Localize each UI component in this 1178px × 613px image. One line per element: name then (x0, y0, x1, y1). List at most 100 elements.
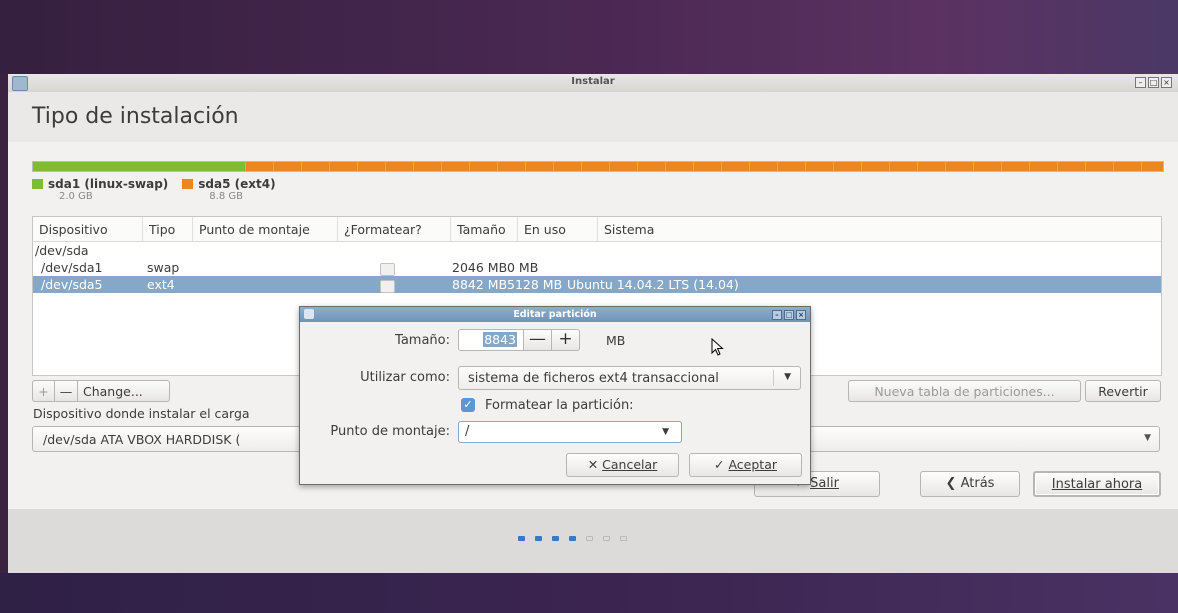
mount-point-combo[interactable]: / ▼ (458, 421, 682, 443)
cell-size: 8842 MB (452, 277, 508, 292)
column-header-format[interactable]: ¿Formatear? (338, 217, 451, 241)
back-label: Atrás (960, 476, 995, 491)
format-checkbox[interactable] (380, 263, 395, 276)
size-decrement-button[interactable]: — (524, 329, 552, 351)
legend-size: 8.8 GB (209, 191, 243, 202)
partition-bar-ext4 (245, 162, 1163, 171)
table-row[interactable]: /dev/sda (33, 242, 1161, 259)
partition-bar (32, 161, 1164, 172)
legend-size: 2.0 GB (59, 191, 93, 202)
mount-point-value: / (465, 424, 470, 439)
use-as-value: sistema de ficheros ext4 transaccional (468, 371, 719, 386)
mouse-cursor-icon (711, 338, 724, 356)
table-row[interactable]: /dev/sda1 swap 2046 MB 0 MB (33, 259, 1161, 276)
table-row-selected[interactable]: /dev/sda5 ext4 8842 MB 5128 MB Ubuntu 14… (33, 276, 1161, 293)
minimize-button[interactable]: – (1135, 77, 1146, 88)
dialog-title: Editar partición (513, 309, 597, 320)
dialog-titlebar[interactable]: Editar partición – □ × (300, 307, 810, 322)
size-unit: MB (606, 333, 626, 348)
format-partition-checkbox[interactable]: ✓ (461, 398, 475, 412)
progress-dot-pending (620, 536, 627, 541)
legend-name: sda1 (linux-swap) (48, 177, 169, 191)
progress-dot-done (569, 536, 576, 541)
legend-name: sda5 (ext4) (198, 177, 276, 191)
chevron-down-icon: ▼ (1144, 433, 1151, 443)
cell-format (380, 259, 452, 276)
format-checkbox[interactable] (380, 280, 395, 293)
back-button[interactable]: ❮ Atrás (920, 471, 1020, 497)
cell-format (380, 276, 452, 293)
dialog-app-icon (304, 309, 314, 319)
column-header-mount[interactable]: Punto de montaje (193, 217, 338, 241)
dialog-close-button[interactable]: × (796, 310, 806, 320)
column-header-type[interactable]: Tipo (143, 217, 193, 241)
page-title: Tipo de instalación (32, 104, 239, 129)
revert-button[interactable]: Revertir (1085, 380, 1161, 402)
cell-type: ext4 (147, 277, 175, 292)
close-icon: ✕ (587, 457, 599, 472)
progress-dot-done (535, 536, 542, 541)
size-label: Tamaño: (395, 333, 450, 348)
cell-system: Ubuntu 14.04.2 LTS (14.04) (567, 277, 739, 292)
chevron-down-icon: ▼ (662, 427, 669, 437)
mount-point-label: Punto de montaje: (330, 424, 450, 439)
dialog-maximize-button[interactable]: □ (784, 310, 794, 320)
size-increment-button[interactable]: + (552, 329, 580, 351)
footer-bar (8, 509, 1178, 573)
quit-label: Salir (810, 476, 839, 491)
cell-size: 2046 MB (452, 260, 508, 275)
chevron-down-icon: ▼ (784, 372, 791, 382)
dialog-controls: – □ × (772, 310, 806, 320)
column-header-system[interactable]: Sistema (598, 217, 1161, 241)
column-header-device[interactable]: Dispositivo (33, 217, 143, 241)
size-input[interactable]: 8843 (458, 329, 524, 351)
legend-item-swap: sda1 (linux-swap) 2.0 GB (32, 177, 168, 202)
cancel-button[interactable]: ✕ Cancelar (566, 453, 679, 477)
install-now-label: Instalar ahora (1051, 477, 1143, 492)
add-partition-button[interactable]: + (32, 380, 55, 402)
use-as-label: Utilizar como: (360, 370, 450, 385)
change-partition-button[interactable]: Change... (77, 380, 170, 402)
window-controls: – □ × (1135, 77, 1172, 88)
maximize-button[interactable]: □ (1148, 77, 1159, 88)
format-partition-label: Formatear la partición: (485, 398, 634, 413)
cell-device: /dev/sda5 (41, 277, 103, 292)
check-icon: ✓ (714, 457, 725, 472)
bootloader-device-value: /dev/sda ATA VBOX HARDDISK ( (43, 432, 241, 447)
desktop-background-top (0, 0, 1178, 74)
close-button[interactable]: × (1161, 77, 1172, 88)
window-titlebar[interactable]: Instalar – □ × (8, 74, 1178, 93)
partition-legend: sda1 (linux-swap) 2.0 GB sda5 (ext4) 8.8… (32, 177, 276, 202)
cell-device: /dev/sda1 (41, 260, 103, 275)
table-header: Dispositivo Tipo Punto de montaje ¿Forma… (33, 217, 1161, 242)
edit-partition-dialog: Editar partición – □ × Tamaño: 8843 — + … (299, 306, 811, 485)
progress-dot-done (518, 536, 525, 541)
legend-item-ext4: sda5 (ext4) 8.8 GB (182, 177, 276, 202)
select-separator (773, 370, 774, 386)
column-header-used[interactable]: En uso (518, 217, 598, 241)
cancel-label: Cancelar (602, 457, 658, 472)
progress-dot-done (552, 536, 559, 541)
new-partition-table-button[interactable]: Nueva tabla de particiones... (848, 380, 1081, 402)
accept-button[interactable]: ✓ Aceptar (689, 453, 802, 477)
progress-dots (518, 536, 627, 541)
partition-bar-swap (33, 162, 246, 171)
progress-dot-pending (603, 536, 610, 541)
window-title: Instalar (571, 76, 615, 87)
desktop-background-bottom (0, 573, 1178, 613)
progress-dot-pending (586, 536, 593, 541)
cell-used: 5128 MB (507, 277, 563, 292)
cell-type: swap (147, 260, 180, 275)
legend-swatch-swap (32, 179, 43, 189)
install-now-button[interactable]: Instalar ahora (1033, 471, 1161, 497)
size-spinner: 8843 — + (458, 329, 580, 351)
size-value: 8843 (483, 332, 517, 347)
column-header-size[interactable]: Tamaño (451, 217, 518, 241)
chevron-left-icon: ❮ (945, 476, 957, 491)
dialog-minimize-button[interactable]: – (772, 310, 782, 320)
accept-label: Aceptar (728, 457, 777, 472)
use-as-select[interactable]: sistema de ficheros ext4 transaccional ▼ (458, 366, 801, 390)
cell-device: /dev/sda (35, 243, 89, 258)
remove-partition-button[interactable]: — (54, 380, 78, 402)
cell-used: 0 MB (507, 260, 539, 275)
